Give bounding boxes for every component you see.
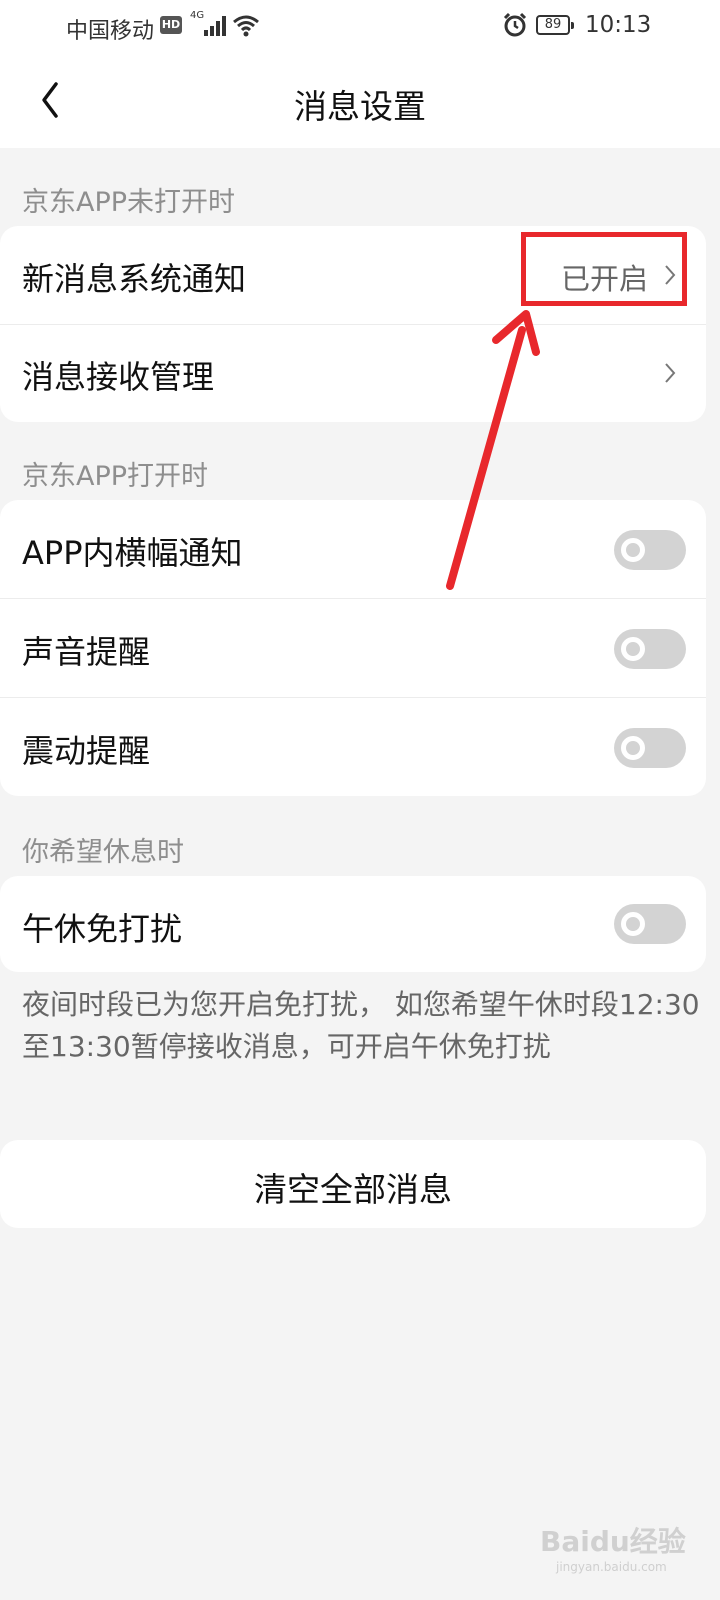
page-title: 消息设置	[294, 87, 426, 126]
annotation-highlight-box	[521, 232, 687, 306]
signal-icon	[200, 14, 226, 36]
wifi-icon	[233, 15, 259, 37]
nap-do-not-disturb-toggle[interactable]	[614, 904, 686, 944]
section-label-rest: 你希望休息时	[22, 837, 184, 868]
annotation-arrow	[446, 310, 540, 590]
toggle-knob	[621, 637, 645, 661]
row-label: 震动提醒	[22, 732, 151, 770]
row-message-receive-management[interactable]: 消息接收管理	[0, 324, 706, 422]
section-label-app-closed: 京东APP未打开时	[22, 187, 236, 218]
row-label: 新消息系统通知	[22, 260, 247, 298]
baidu-watermark: Baidu经验	[540, 1525, 686, 1558]
vibration-alert-toggle[interactable]	[614, 728, 686, 768]
status-bar: 中国移动 HD 4G 89 10:13	[0, 0, 720, 52]
carrier-name: 中国移动	[66, 19, 155, 44]
banner-notification-toggle[interactable]	[614, 530, 686, 570]
card-rest: 午休免打扰	[0, 876, 706, 972]
card-app-open: APP内横幅通知 声音提醒 震动提醒	[0, 500, 706, 796]
toggle-knob	[621, 736, 645, 760]
clock: 10:13	[585, 12, 652, 38]
alarm-icon	[503, 12, 527, 37]
battery-indicator: 89	[536, 15, 574, 35]
sound-alert-toggle[interactable]	[614, 629, 686, 669]
chevron-right-icon	[665, 363, 676, 383]
clear-all-messages-label: 清空全部消息	[254, 1170, 452, 1209]
section-label-app-open: 京东APP打开时	[22, 461, 209, 492]
nav-bar: 消息设置	[0, 52, 720, 148]
row-nap-do-not-disturb: 午休免打扰	[0, 876, 706, 974]
baidu-watermark-url: jingyan.baidu.com	[556, 1560, 667, 1574]
row-label: 消息接收管理	[22, 358, 215, 396]
row-label: APP内横幅通知	[22, 534, 243, 572]
row-label: 午休免打扰	[22, 910, 183, 948]
toggle-knob	[621, 912, 645, 936]
do-not-disturb-note: 夜间时段已为您开启免打扰， 如您希望午休时段12:30至13:30暂停接收消息，…	[22, 988, 700, 1063]
clear-all-messages-button[interactable]: 清空全部消息	[0, 1140, 706, 1228]
hd-icon: HD	[160, 16, 182, 34]
row-vibration-alert: 震动提醒	[0, 698, 706, 796]
row-banner-notification: APP内横幅通知	[0, 500, 706, 598]
row-sound-alert: 声音提醒	[0, 599, 706, 697]
toggle-knob	[621, 538, 645, 562]
row-label: 声音提醒	[22, 633, 151, 671]
